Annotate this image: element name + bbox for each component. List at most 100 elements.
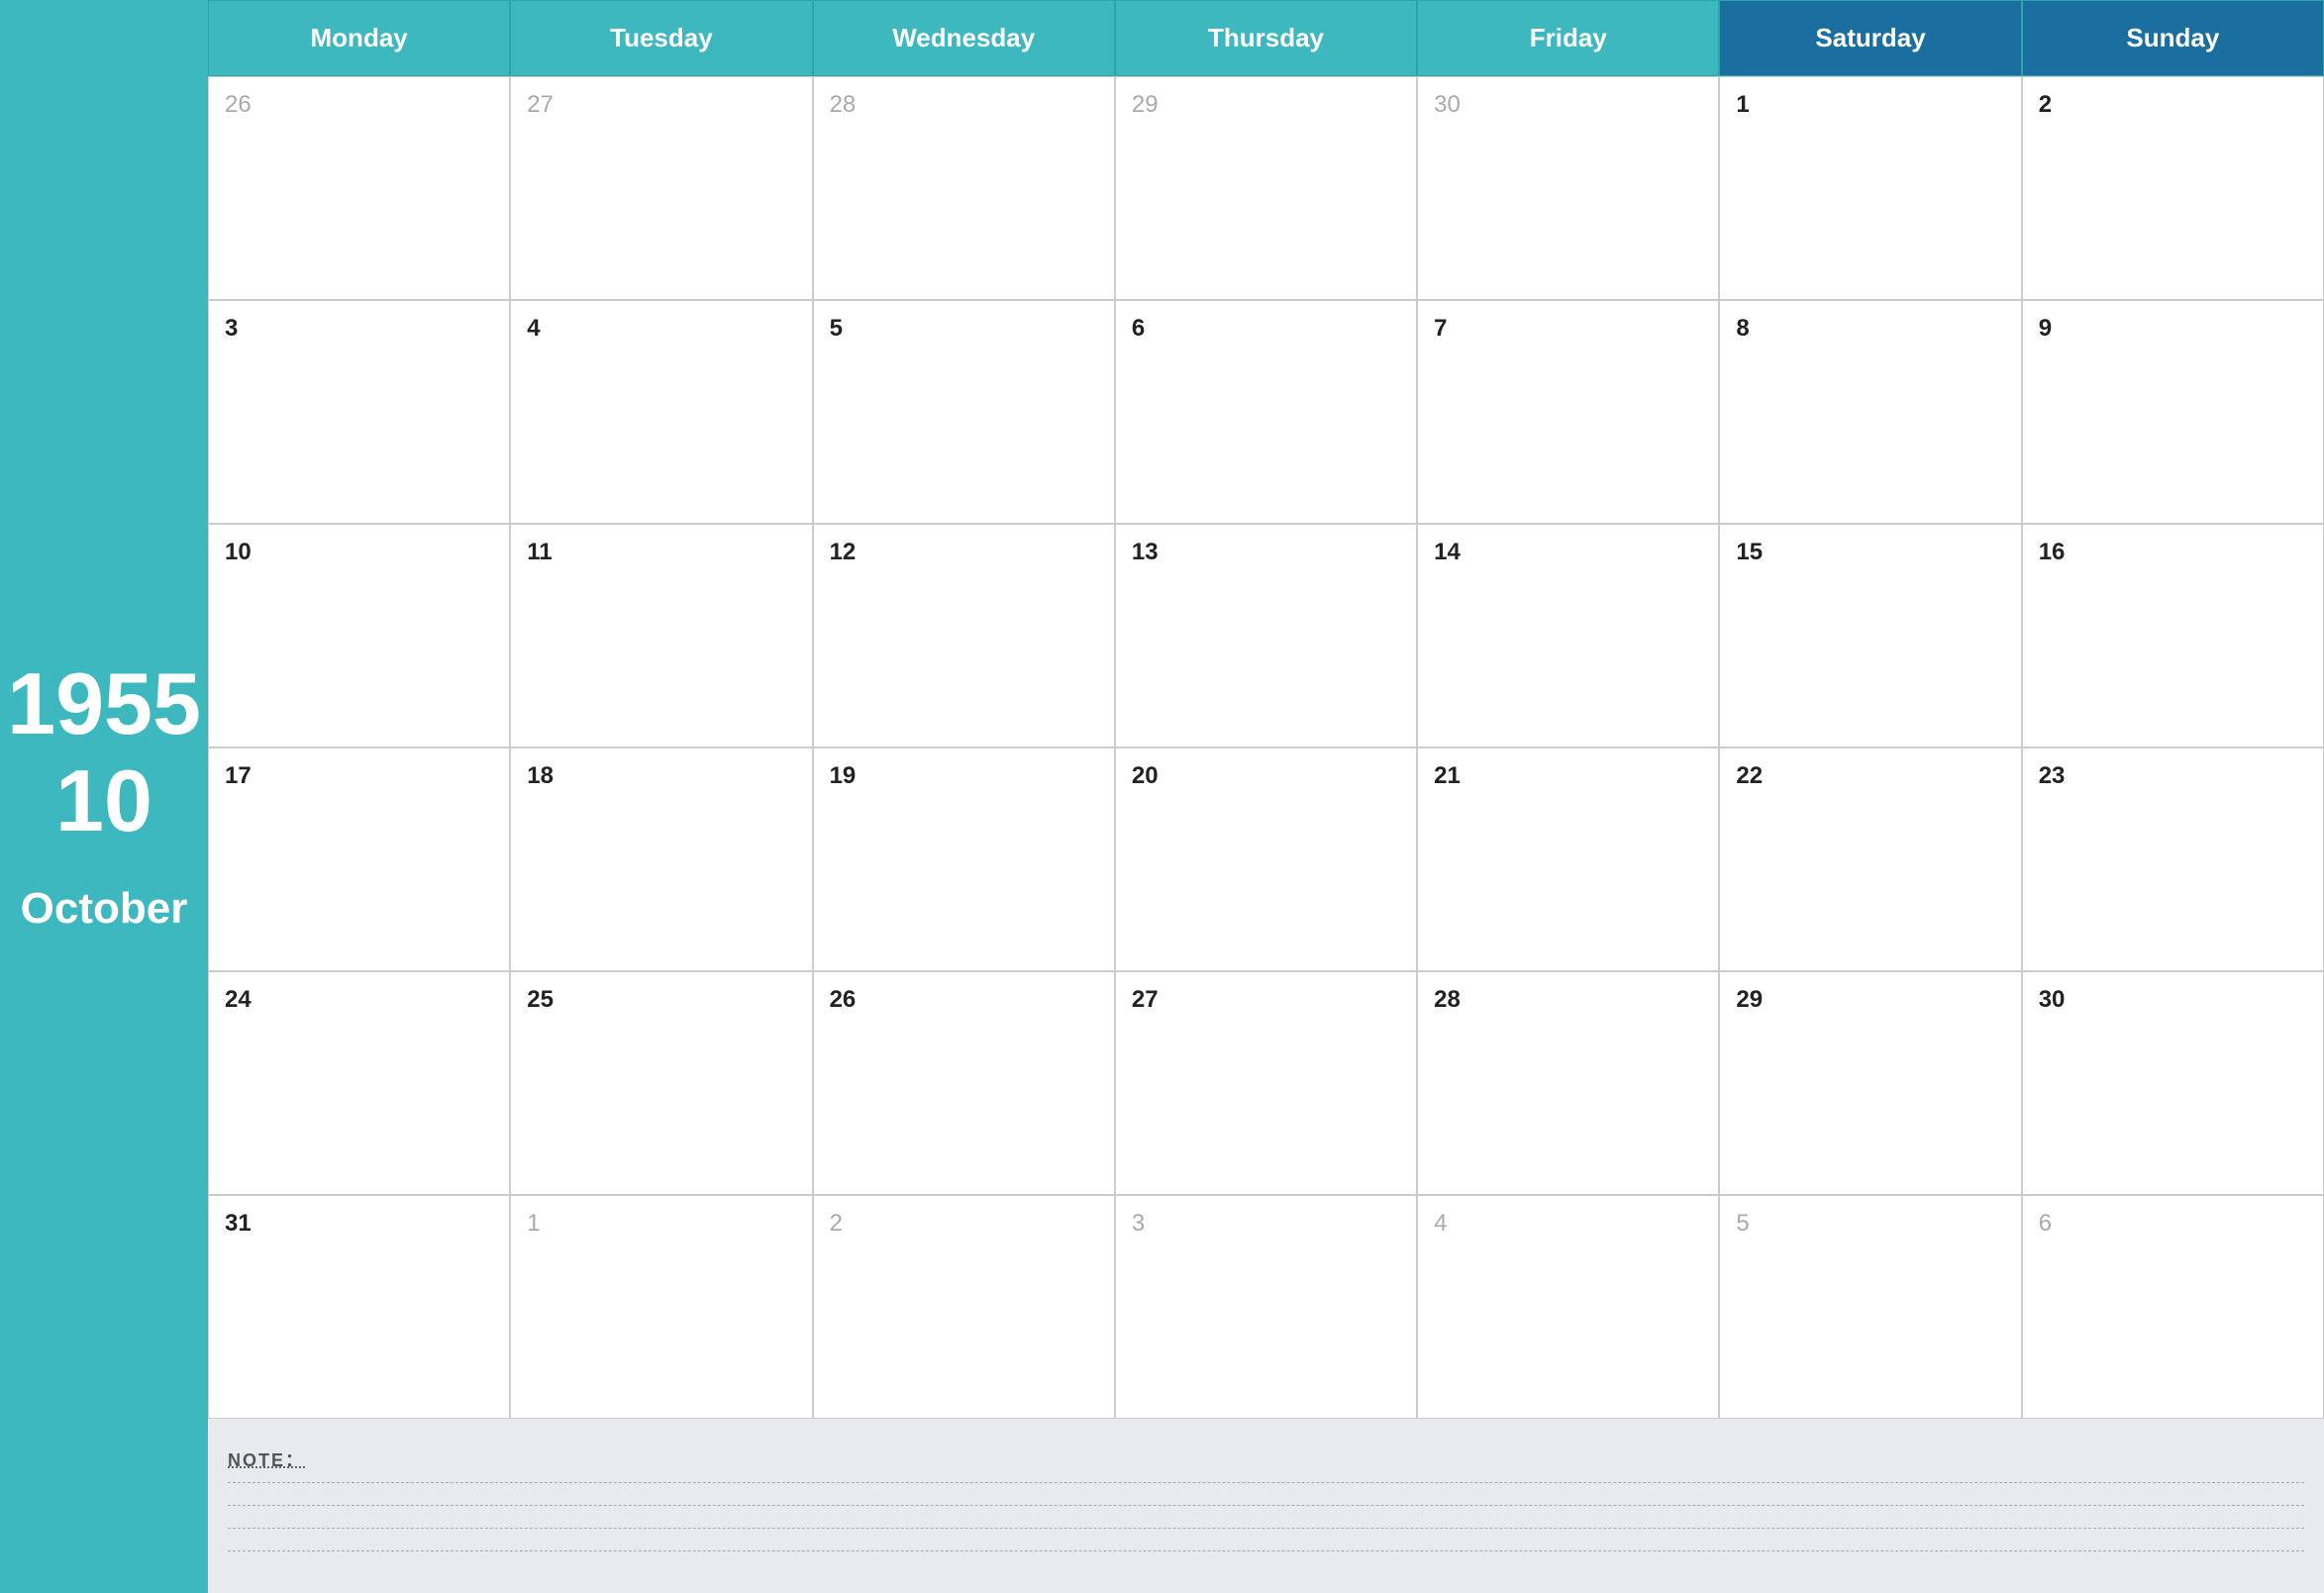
day-cell: 19: [813, 747, 1115, 971]
day-cell: 27: [510, 76, 812, 300]
day-number: 1: [527, 1210, 540, 1237]
month-number-label: 10: [55, 757, 152, 845]
day-number: 29: [1736, 986, 1763, 1013]
day-cell: 14: [1417, 524, 1719, 747]
day-cell: 26: [208, 76, 510, 300]
header-saturday: Saturday: [1719, 0, 2021, 76]
notes-section: NOTE：: [208, 1419, 2324, 1593]
day-cell: 5: [813, 300, 1115, 524]
day-cell: 5: [1719, 1195, 2021, 1419]
day-number: 4: [1434, 1210, 1447, 1237]
day-cell: 13: [1115, 524, 1417, 747]
day-number: 26: [225, 91, 252, 118]
day-number: 28: [830, 91, 857, 118]
note-line-3: [228, 1528, 2304, 1529]
days-grid: 2627282930123456789101112131415161718192…: [208, 76, 2324, 1419]
calendar-grid: Monday Tuesday Wednesday Thursday Friday…: [208, 0, 2324, 1419]
day-number: 14: [1434, 539, 1461, 565]
day-number: 20: [1132, 762, 1159, 789]
day-number: 19: [830, 762, 857, 789]
day-number: 10: [225, 539, 252, 565]
day-cell: 1: [510, 1195, 812, 1419]
day-cell: 29: [1719, 971, 2021, 1195]
day-cell: 3: [1115, 1195, 1417, 1419]
day-number: 26: [830, 986, 857, 1013]
main-area: Monday Tuesday Wednesday Thursday Friday…: [208, 0, 2324, 1593]
header-tuesday: Tuesday: [510, 0, 812, 76]
day-number: 3: [1132, 1210, 1145, 1237]
day-cell: 30: [2022, 971, 2324, 1195]
day-number: 3: [225, 315, 238, 342]
day-cell: 6: [2022, 1195, 2324, 1419]
day-cell: 4: [510, 300, 812, 524]
day-cell: 26: [813, 971, 1115, 1195]
day-number: 5: [830, 315, 843, 342]
day-number: 12: [830, 539, 857, 565]
day-cell: 17: [208, 747, 510, 971]
day-number: 27: [527, 91, 554, 118]
sidebar: 1955 10 October: [0, 0, 208, 1593]
day-number: 30: [1434, 91, 1461, 118]
day-number: 6: [2039, 1210, 2052, 1237]
day-cell: 2: [813, 1195, 1115, 1419]
day-number: 27: [1132, 986, 1159, 1013]
day-cell: 28: [813, 76, 1115, 300]
day-cell: 18: [510, 747, 812, 971]
day-number: 8: [1736, 315, 1749, 342]
calendar-wrapper: 1955 10 October Monday Tuesday Wednesday…: [0, 0, 2324, 1593]
day-number: 28: [1434, 986, 1461, 1013]
day-cell: 7: [1417, 300, 1719, 524]
day-number: 9: [2039, 315, 2052, 342]
day-cell: 11: [510, 524, 812, 747]
day-number: 13: [1132, 539, 1159, 565]
day-cell: 27: [1115, 971, 1417, 1195]
month-name-label: October: [21, 884, 188, 934]
day-cell: 29: [1115, 76, 1417, 300]
day-number: 31: [225, 1210, 252, 1237]
day-number: 22: [1736, 762, 1763, 789]
day-cell: 20: [1115, 747, 1417, 971]
day-cell: 6: [1115, 300, 1417, 524]
header-wednesday: Wednesday: [813, 0, 1115, 76]
day-cell: 2: [2022, 76, 2324, 300]
day-cell: 4: [1417, 1195, 1719, 1419]
header-thursday: Thursday: [1115, 0, 1417, 76]
header-sunday: Sunday: [2022, 0, 2324, 76]
day-number: 6: [1132, 315, 1145, 342]
note-line-2: [228, 1505, 2304, 1506]
day-cell: 3: [208, 300, 510, 524]
day-cell: 12: [813, 524, 1115, 747]
day-cell: 21: [1417, 747, 1719, 971]
day-cell: 15: [1719, 524, 2021, 747]
day-cell: 16: [2022, 524, 2324, 747]
note-label: NOTE：: [228, 1446, 2304, 1472]
year-label: 1955: [7, 660, 201, 747]
day-number: 7: [1434, 315, 1447, 342]
day-cell: 1: [1719, 76, 2021, 300]
header-friday: Friday: [1417, 0, 1719, 76]
day-number: 17: [225, 762, 252, 789]
day-cell: 30: [1417, 76, 1719, 300]
day-number: 11: [527, 539, 552, 565]
day-cell: 23: [2022, 747, 2324, 971]
day-number: 16: [2039, 539, 2066, 565]
day-number: 23: [2039, 762, 2066, 789]
header-monday: Monday: [208, 0, 510, 76]
note-line-1: [228, 1482, 2304, 1483]
day-number: 21: [1434, 762, 1461, 789]
day-cell: 9: [2022, 300, 2324, 524]
day-number: 24: [225, 986, 252, 1013]
day-cell: 31: [208, 1195, 510, 1419]
day-number: 5: [1736, 1210, 1749, 1237]
day-number: 25: [527, 986, 554, 1013]
day-number: 29: [1132, 91, 1159, 118]
day-number: 2: [2039, 91, 2052, 118]
day-number: 18: [527, 762, 554, 789]
day-cell: 28: [1417, 971, 1719, 1195]
note-line-4: [228, 1550, 2304, 1551]
day-number: 4: [527, 315, 540, 342]
day-number: 2: [830, 1210, 843, 1237]
day-cell: 22: [1719, 747, 2021, 971]
day-number: 15: [1736, 539, 1763, 565]
header-row: Monday Tuesday Wednesday Thursday Friday…: [208, 0, 2324, 76]
